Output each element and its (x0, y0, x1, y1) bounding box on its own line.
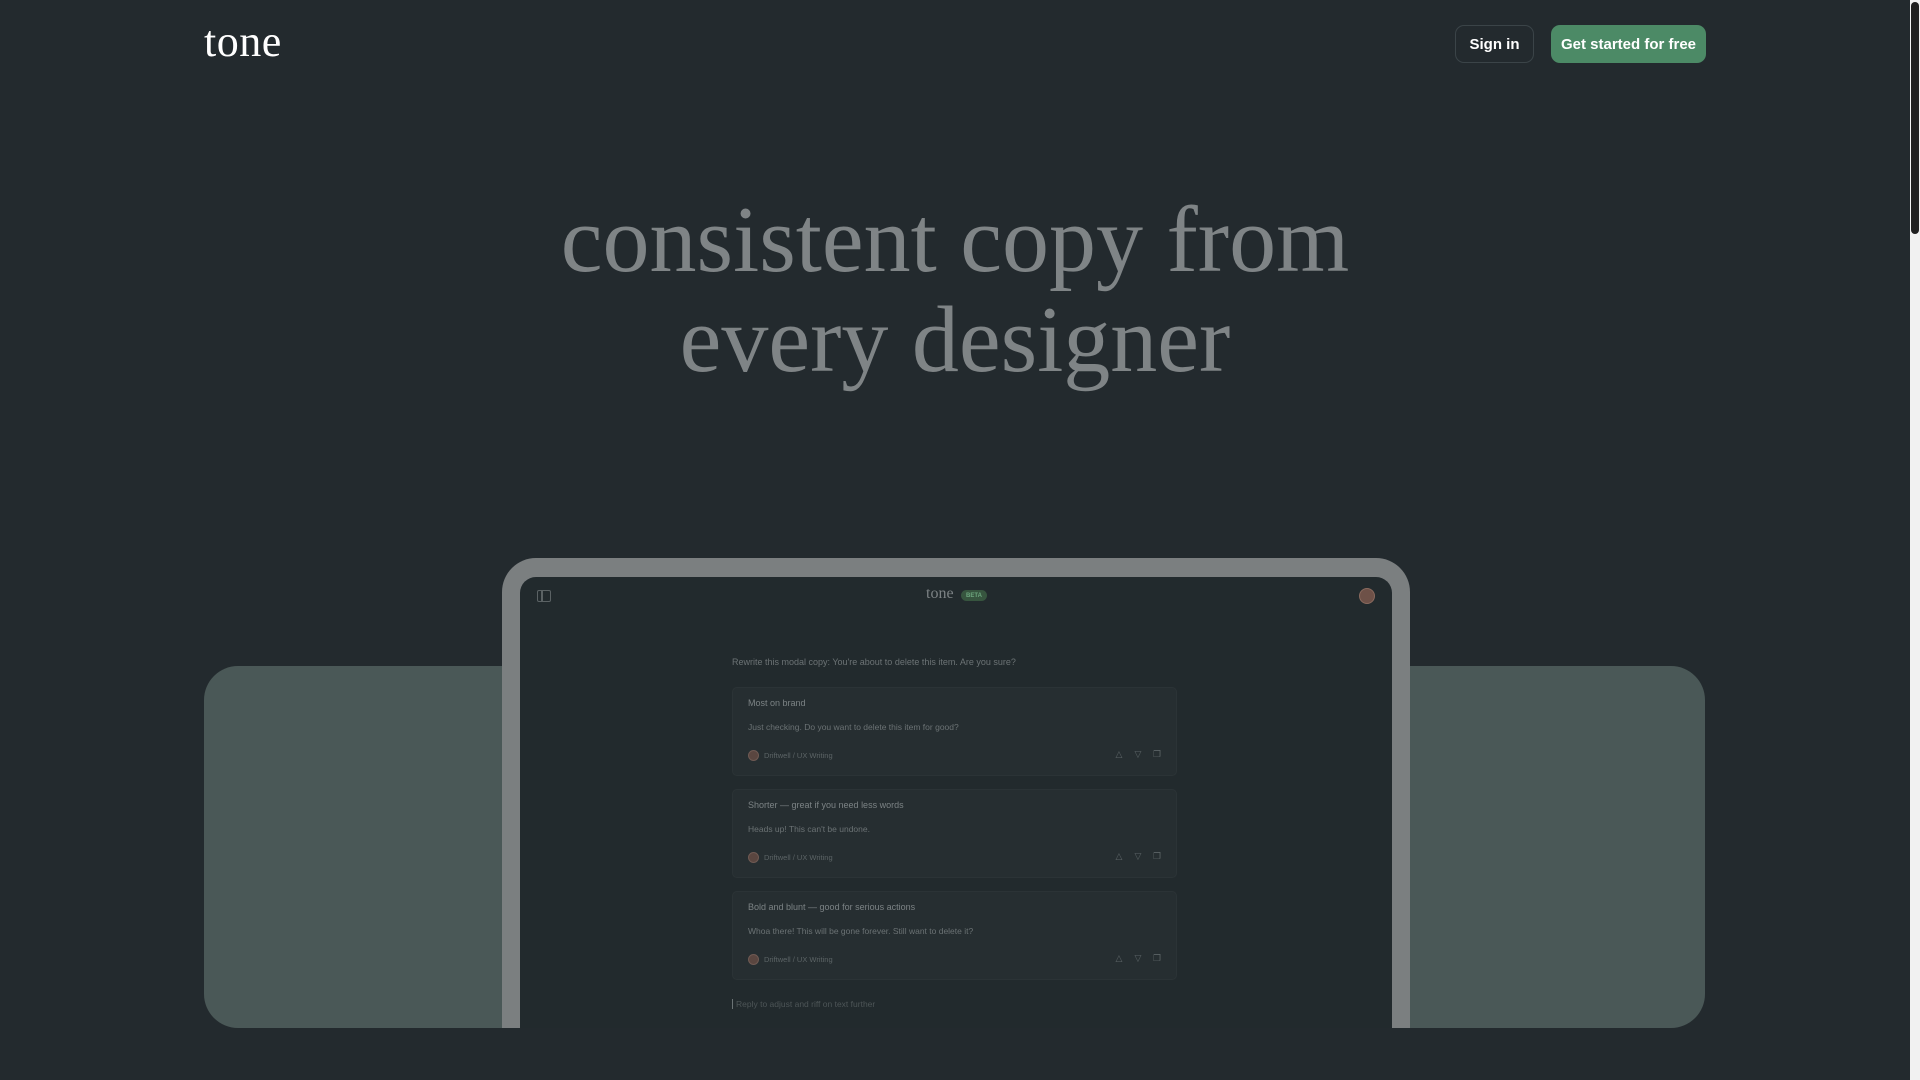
suggestion-text: Heads up! This can't be undone. (748, 824, 870, 834)
copy-icon[interactable]: ❐ (1152, 749, 1162, 761)
hero-line-2: every designer (679, 288, 1231, 392)
app-logo: tone (926, 585, 954, 602)
source-label: Driftwell / UX Writing (764, 852, 833, 862)
suggestion-card: Most on brand Just checking. Do you want… (732, 687, 1177, 776)
beta-badge: BETA (961, 590, 987, 601)
source-avatar-icon (748, 749, 759, 761)
laptop-frame: tone BETA Rewrite this modal copy: You'r… (502, 558, 1410, 1028)
source-avatar-icon (748, 851, 759, 863)
sidebar-toggle-icon[interactable] (537, 590, 551, 602)
sign-in-button[interactable]: Sign in (1455, 25, 1534, 63)
suggestion-source: Driftwell / UX Writing (748, 953, 833, 965)
suggestion-title: Most on brand (748, 698, 806, 708)
user-avatar[interactable] (1359, 588, 1375, 604)
source-label: Driftwell / UX Writing (764, 750, 833, 760)
copy-icon[interactable]: ❐ (1152, 953, 1162, 965)
thumbs-up-icon[interactable]: △ (1114, 851, 1124, 863)
thumbs-down-icon[interactable]: ▽ (1133, 749, 1143, 761)
app-preview-screen: tone BETA Rewrite this modal copy: You'r… (520, 577, 1392, 1028)
copy-icon[interactable]: ❐ (1152, 851, 1162, 863)
suggestion-text: Just checking. Do you want to delete thi… (748, 722, 959, 732)
tone-logo[interactable]: tone (204, 16, 282, 67)
source-label: Driftwell / UX Writing (764, 954, 833, 964)
thumbs-up-icon[interactable]: △ (1114, 749, 1124, 761)
suggestion-source: Driftwell / UX Writing (748, 851, 833, 863)
get-started-button[interactable]: Get started for free (1551, 25, 1706, 63)
hero-headline: consistent copy from every designer (0, 190, 1910, 390)
suggestion-card: Bold and blunt — good for serious action… (732, 891, 1177, 980)
suggestion-source: Driftwell / UX Writing (748, 749, 833, 761)
source-avatar-icon (748, 953, 759, 965)
thumbs-down-icon[interactable]: ▽ (1133, 953, 1143, 965)
suggestion-actions: △ ▽ ❐ (1114, 851, 1162, 863)
top-navigation: tone Sign in Get started for free (0, 0, 1910, 88)
hero-line-1: consistent copy from (560, 188, 1350, 292)
scrollbar-thumb[interactable] (1911, 2, 1919, 234)
suggestion-title: Bold and blunt — good for serious action… (748, 902, 916, 912)
suggestion-title: Shorter — great if you need less words (748, 800, 904, 810)
suggestion-actions: △ ▽ ❐ (1114, 953, 1162, 965)
suggestion-text: Whoa there! This will be gone forever. S… (748, 926, 974, 936)
reply-input[interactable]: Reply to adjust and riff on text further (732, 999, 875, 1009)
suggestion-actions: △ ▽ ❐ (1114, 749, 1162, 761)
thumbs-up-icon[interactable]: △ (1114, 953, 1124, 965)
user-prompt: Rewrite this modal copy: You're about to… (732, 657, 1016, 667)
suggestion-card: Shorter — great if you need less words H… (732, 789, 1177, 878)
thumbs-down-icon[interactable]: ▽ (1133, 851, 1143, 863)
